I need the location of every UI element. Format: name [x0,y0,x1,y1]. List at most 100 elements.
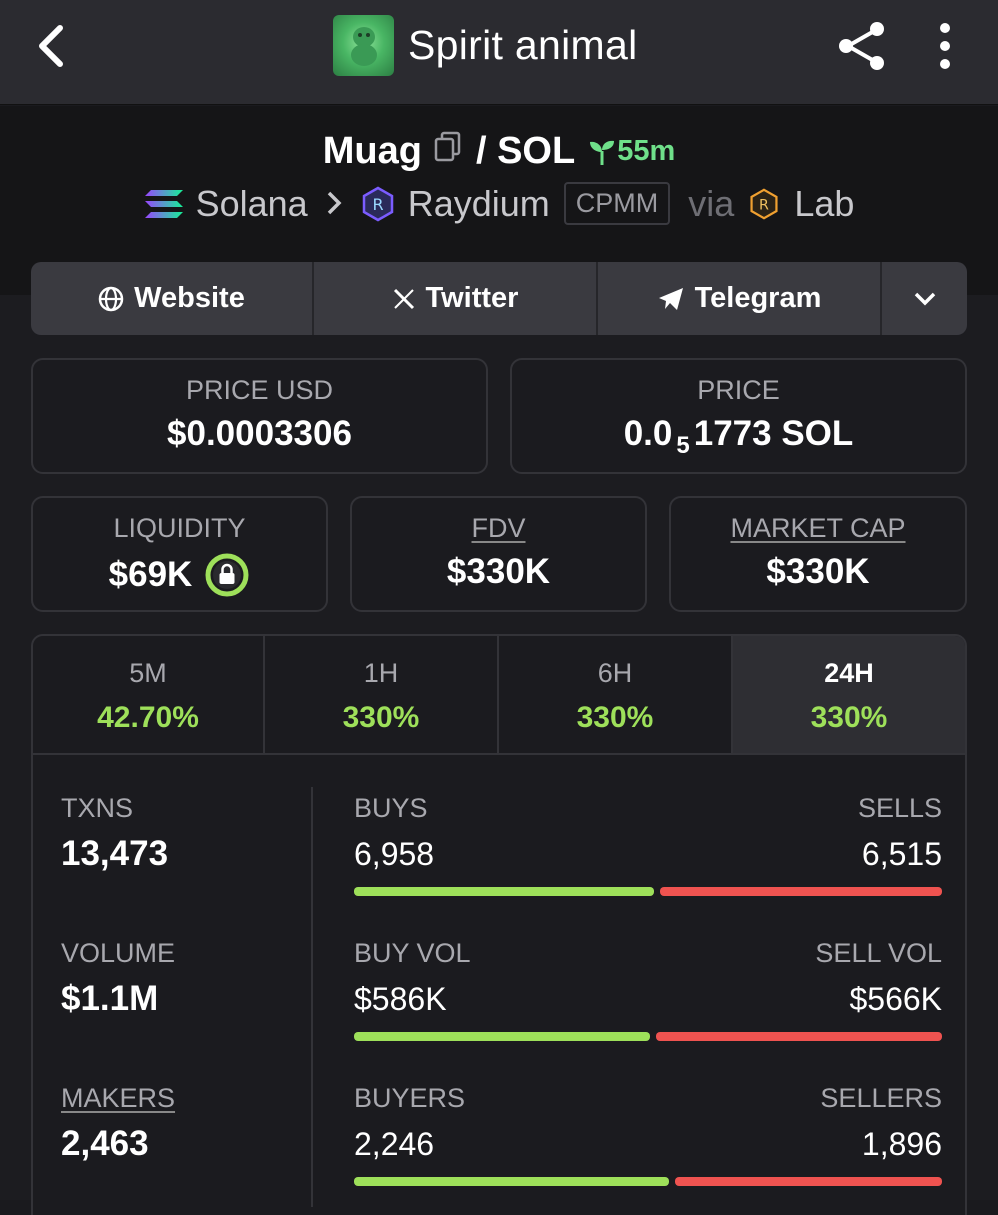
makers-value: 2,463 [61,1124,149,1163]
market-cap-value: $330K [766,552,870,591]
tab-1h[interactable]: 1H 330% [265,636,499,753]
twitter-link-button[interactable]: Twitter [314,262,598,335]
buys-value: 6,958 [354,836,435,872]
svg-text:R: R [759,197,769,213]
buyers-sellers-row: BUYERS SELLERS 2,246 1,896 [354,1083,942,1186]
liquidity-value-row: $69K [33,552,326,598]
buy-vol-value: $586K [354,981,447,1017]
svg-text:R: R [372,195,383,214]
quote-token-symbol: / SOL [475,130,576,172]
volume-stat: VOLUME $1.1M [61,938,175,1019]
social-links-bar: Website Twitter Telegram [31,262,967,335]
fdv-card[interactable]: FDV $330K [350,496,647,612]
price-native-suffix: 1773 SOL [693,414,854,453]
pool-type-badge: CPMM [563,182,671,225]
sells-label: SELLS [857,793,942,823]
pair-age-value: 55m [617,135,676,167]
price-usd-label: PRICE USD [185,375,334,405]
transaction-stats-panel: TXNS 13,473 VOLUME $1.1M MAKERS 2,463 BU… [31,755,967,1215]
price-native-prefix: 0.0 [623,414,673,453]
telegram-link-button[interactable]: Telegram [598,262,882,335]
txns-stat: TXNS 13,473 [61,793,168,874]
token-title-group: Spirit animal [333,14,637,76]
sells-value: 6,515 [861,836,942,872]
tab-1h-label: 1H [363,658,399,688]
price-native-label: PRICE [697,375,780,405]
locked-liquidity-icon[interactable] [204,552,250,598]
chevron-down-icon [914,292,935,305]
tab-24h-change: 330% [810,701,888,734]
buyers-value: 2,246 [354,1126,435,1162]
share-button[interactable] [832,16,892,76]
globe-icon [98,286,124,311]
more-options-button[interactable] [922,16,968,76]
more-links-dropdown[interactable] [882,262,967,335]
sell-vol-label: SELL VOL [815,938,942,968]
txns-label: TXNS [61,793,134,823]
volume-label: VOLUME [61,938,176,968]
price-native-value: 0.0 5 1773 SOL [512,414,965,459]
x-logo-icon [393,288,414,309]
sell-vol-bar-segment [656,1032,942,1041]
buys-sells-row: BUYS SELLS 6,958 6,515 [354,793,942,896]
kebab-menu-icon [940,23,950,69]
buyers-label: BUYERS [354,1083,466,1113]
volume-ratio-bar [354,1032,942,1041]
pair-age: 55m [587,135,675,168]
via-label: via [688,182,735,224]
telegram-icon [658,287,683,310]
tab-5m[interactable]: 5M 42.70% [33,636,265,753]
fdv-label: FDV [471,513,526,543]
buy-sell-volume-row: BUY VOL SELL VOL $586K $566K [354,938,942,1041]
price-usd-card: PRICE USD $0.0003306 [31,358,488,474]
raydium-logo-icon: R [362,186,393,221]
copy-icon[interactable] [434,130,462,173]
page-title: Spirit animal [408,21,638,68]
fdv-value: $330K [446,552,551,591]
twitter-label: Twitter [425,282,519,314]
sell-vol-value: $566K [849,981,942,1017]
share-icon [839,22,884,70]
tab-6h-label: 6H [597,658,633,688]
sellers-value: 1,896 [861,1126,942,1162]
token-avatar [333,14,394,76]
buys-label: BUYS [354,793,428,823]
sellers-bar-segment [675,1177,942,1186]
base-token-symbol: Muag [322,130,422,172]
tab-6h-change: 330% [576,701,654,734]
website-link-button[interactable]: Website [31,262,314,335]
chain-name[interactable]: Solana [196,183,308,225]
back-arrow-icon [39,25,63,67]
tab-24h[interactable]: 24H 330% [733,636,965,753]
buy-vol-label: BUY VOL [354,938,471,968]
solana-logo-icon [144,189,183,218]
sells-bar-segment [660,887,942,896]
buys-sells-ratio-bar [354,887,942,896]
liquidity-card: LIQUIDITY $69K [31,496,328,612]
liquidity-label: LIQUIDITY [113,513,246,543]
chevron-right-icon [326,183,342,225]
website-label: Website [134,282,245,314]
frog-mascot-icon [350,27,377,66]
liquidity-value: $69K [108,555,193,594]
chain-breadcrumb: Solana R Raydium CPMM via R Lab [0,182,998,225]
makers-stat[interactable]: MAKERS 2,463 [61,1083,175,1164]
tab-6h[interactable]: 6H 330% [499,636,733,753]
buys-bar-segment [354,887,655,896]
market-cap-label: MARKET CAP [730,513,906,543]
top-app-bar: Spirit animal [0,0,998,105]
stats-divider [311,787,313,1207]
tab-1h-change: 330% [342,701,420,734]
price-usd-value: $0.0003306 [167,414,352,453]
sprout-icon [590,140,615,165]
market-cap-card[interactable]: MARKET CAP $330K [669,496,967,612]
dex-name[interactable]: Raydium [408,183,550,225]
buy-vol-bar-segment [354,1032,651,1041]
volume-value: $1.1M [61,979,159,1018]
launchpad-name[interactable]: Lab [794,183,854,225]
tab-5m-change: 42.70% [97,701,199,734]
launchpad-logo-icon: R [750,187,778,220]
buyers-ratio-bar [354,1177,942,1186]
price-native-zero-count: 5 [676,432,690,459]
back-button[interactable] [26,18,82,74]
